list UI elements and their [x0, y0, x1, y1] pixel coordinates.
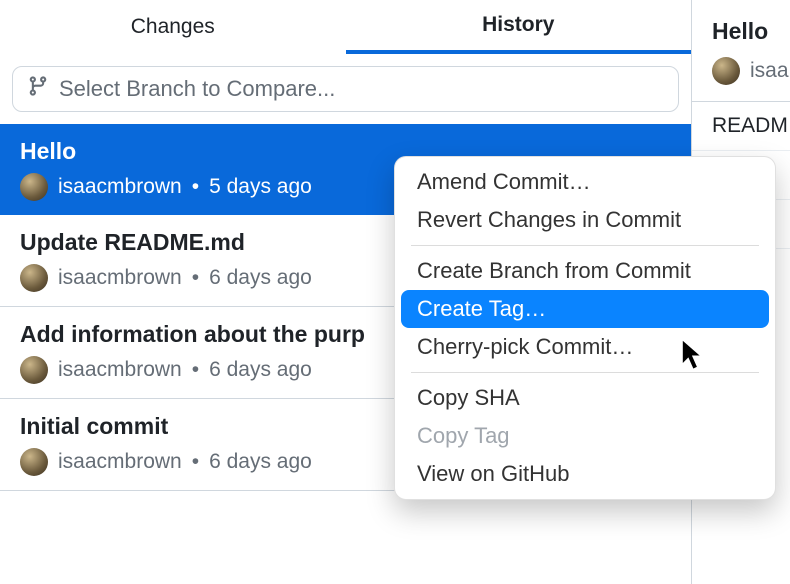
- avatar: [20, 356, 48, 384]
- branch-compare-placeholder: Select Branch to Compare...: [59, 76, 335, 102]
- avatar: [20, 448, 48, 476]
- tab-changes[interactable]: Changes: [0, 0, 346, 54]
- menu-revert-commit[interactable]: Revert Changes in Commit: [401, 201, 769, 239]
- meta-separator: •: [192, 266, 199, 290]
- menu-cherry-pick[interactable]: Cherry-pick Commit…: [401, 328, 769, 366]
- menu-separator: [411, 372, 759, 373]
- commit-detail-author: isaa: [750, 59, 789, 83]
- commit-author: isaacmbrown: [58, 450, 182, 474]
- menu-amend-commit[interactable]: Amend Commit…: [401, 163, 769, 201]
- git-branch-icon: [27, 75, 49, 103]
- meta-separator: •: [192, 358, 199, 382]
- tab-history[interactable]: History: [346, 0, 692, 54]
- avatar: [20, 173, 48, 201]
- panel-tabs: Changes History: [0, 0, 691, 54]
- commit-author: isaacmbrown: [58, 266, 182, 290]
- commit-time: 6 days ago: [209, 266, 312, 290]
- menu-create-branch[interactable]: Create Branch from Commit: [401, 252, 769, 290]
- commit-time: 6 days ago: [209, 450, 312, 474]
- commit-author: isaacmbrown: [58, 175, 182, 199]
- commit-context-menu: Amend Commit… Revert Changes in Commit C…: [394, 156, 776, 500]
- cursor-icon: [680, 338, 706, 377]
- menu-copy-sha[interactable]: Copy SHA: [401, 379, 769, 417]
- menu-copy-tag: Copy Tag: [401, 417, 769, 455]
- menu-separator: [411, 245, 759, 246]
- commit-detail-title: Hello: [692, 0, 790, 53]
- menu-create-tag[interactable]: Create Tag…: [401, 290, 769, 328]
- avatar: [712, 57, 740, 85]
- meta-separator: •: [192, 450, 199, 474]
- branch-compare-button[interactable]: Select Branch to Compare...: [12, 66, 679, 112]
- file-row[interactable]: READM: [692, 102, 790, 151]
- commit-author: isaacmbrown: [58, 358, 182, 382]
- avatar: [20, 264, 48, 292]
- meta-separator: •: [192, 175, 199, 199]
- commit-time: 5 days ago: [209, 175, 312, 199]
- menu-view-on-github[interactable]: View on GitHub: [401, 455, 769, 493]
- commit-time: 6 days ago: [209, 358, 312, 382]
